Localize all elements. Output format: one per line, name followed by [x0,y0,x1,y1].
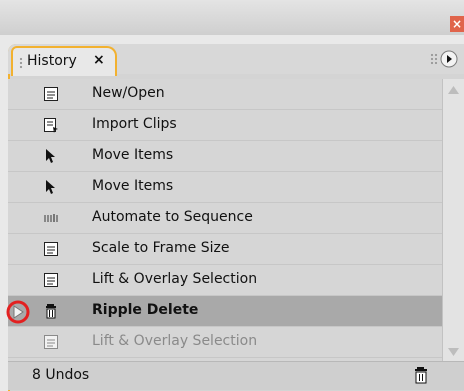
history-item-move-items[interactable]: Move Items [8,172,442,203]
history-list: New/Open Import Clips Move Items Move It… [8,79,442,361]
current-state-marker-icon [4,300,32,324]
history-item-import-clips[interactable]: Import Clips [8,110,442,141]
history-item-ripple-delete[interactable]: Ripple Delete [8,296,442,327]
history-item-lift-overlay-selection[interactable]: Lift & Overlay Selection [8,265,442,296]
history-item-label: Move Items [92,147,174,163]
list-icon [43,241,59,257]
arrow-cursor-icon [43,148,59,164]
history-item-label: Lift & Overlay Selection [92,333,258,349]
list-icon [43,86,59,102]
history-item-label: Ripple Delete [92,302,199,318]
panel-menu-icon [440,50,458,68]
tab-history[interactable]: History × [11,46,117,76]
history-item-label: Lift & Overlay Selection [92,271,258,287]
tab-grip-icon[interactable] [19,57,23,69]
sequence-icon [43,210,59,226]
arrow-cursor-icon [43,179,59,195]
tab-close-icon[interactable]: × [93,52,105,68]
history-item-new-open[interactable]: New/Open [8,79,442,110]
history-item-label: New/Open [92,85,165,101]
undo-count: 8 Undos [32,367,90,383]
history-item-automate-to-sequence[interactable]: Automate to Sequence [8,203,442,234]
list-icon [43,272,59,288]
history-item-lift-overlay-selection-undone[interactable]: Lift & Overlay Selection [8,327,442,358]
history-item-move-items[interactable]: Move Items [8,141,442,172]
scroll-down-icon[interactable] [446,344,461,358]
panel-grip-icon[interactable] [430,53,438,65]
list-icon [43,334,59,350]
tab-history-label: History [27,53,77,69]
trash-icon [415,367,427,384]
history-scrollbar[interactable] [442,79,464,361]
panel-footer: 8 Undos [8,361,464,390]
delete-history-button[interactable] [413,366,429,384]
history-item-label: Automate to Sequence [92,209,253,225]
window-close-icon[interactable]: × [450,16,464,32]
panel-menu-button[interactable] [440,50,458,68]
history-item-label: Scale to Frame Size [92,240,230,256]
trash-icon [43,303,59,319]
history-item-scale-to-frame-size[interactable]: Scale to Frame Size [8,234,442,265]
scroll-up-icon[interactable] [446,82,461,96]
window-title-bar [0,0,464,35]
history-item-label: Move Items [92,178,174,194]
history-item-label: Import Clips [92,116,177,132]
import-icon [43,117,59,133]
